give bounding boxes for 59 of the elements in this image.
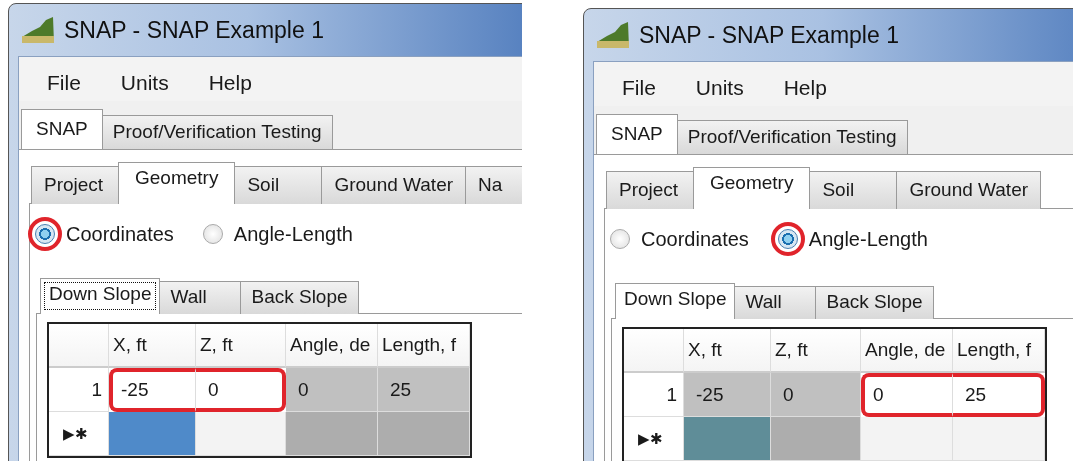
main-tab[interactable]: SNAP: [596, 114, 678, 154]
section-tab[interactable]: Project: [606, 171, 694, 209]
main-tab[interactable]: Proof/Verification Testing: [101, 115, 333, 149]
radio-label[interactable]: Coordinates: [66, 222, 174, 246]
section-tab[interactable]: Soil: [234, 166, 323, 204]
window-title: SNAP - SNAP Example 1: [639, 21, 899, 49]
menu-item[interactable]: Units: [120, 71, 169, 101]
column-header[interactable]: Length, f: [953, 329, 1045, 373]
column-header[interactable]: Length, f: [378, 324, 470, 368]
radio-label[interactable]: Coordinates: [641, 227, 749, 251]
app-logo-icon: [22, 17, 54, 43]
window-title: SNAP - SNAP Example 1: [64, 16, 324, 44]
section-tab[interactable]: Project: [31, 166, 119, 204]
table-cell[interactable]: -25: [109, 368, 196, 412]
radio-button[interactable]: [35, 224, 55, 244]
slope-tab[interactable]: Back Slope: [240, 281, 359, 314]
radio-button[interactable]: [777, 229, 798, 249]
menu-item[interactable]: Units: [695, 76, 744, 106]
section-tab[interactable]: Geometry: [118, 162, 236, 204]
table-cell[interactable]: 0: [196, 368, 286, 412]
column-header[interactable]: Z, ft: [771, 329, 861, 373]
table-cell[interactable]: 25: [953, 373, 1045, 417]
row-header[interactable]: 1: [49, 368, 109, 412]
radio-label[interactable]: Angle-Length: [808, 227, 928, 251]
menu-item[interactable]: File: [47, 71, 81, 101]
menu-item[interactable]: Help: [783, 76, 827, 106]
corner-header: [624, 329, 684, 373]
radio-label[interactable]: Angle-Length: [233, 222, 353, 246]
table-cell[interactable]: [196, 412, 286, 456]
slope-tab[interactable]: Wall: [734, 286, 817, 319]
row-header[interactable]: ▶✱: [624, 417, 684, 461]
section-tab[interactable]: Geometry: [693, 167, 811, 209]
column-header[interactable]: Z, ft: [196, 324, 286, 368]
column-header[interactable]: X, ft: [109, 324, 196, 368]
menu-item[interactable]: File: [622, 76, 656, 106]
table-cell[interactable]: [861, 417, 953, 461]
column-header[interactable]: Angle, de: [286, 324, 378, 368]
slope-tab[interactable]: Wall: [159, 281, 242, 314]
menu-item[interactable]: Help: [208, 71, 252, 101]
slope-tab[interactable]: Back Slope: [815, 286, 934, 319]
section-tab[interactable]: Ground Water: [321, 166, 467, 204]
app-logo-icon: [597, 22, 629, 48]
column-header[interactable]: X, ft: [684, 329, 771, 373]
radio-button[interactable]: [202, 224, 223, 244]
main-tab[interactable]: SNAP: [21, 109, 103, 149]
table-cell[interactable]: [109, 412, 196, 456]
row-header[interactable]: 1: [624, 373, 684, 417]
table-cell[interactable]: [953, 417, 1045, 461]
section-tab[interactable]: Ground Water: [896, 171, 1042, 209]
main-tab[interactable]: Proof/Verification Testing: [676, 120, 908, 154]
slope-tab[interactable]: Down Slope: [615, 283, 736, 319]
corner-header: [49, 324, 109, 368]
section-tab[interactable]: Soil: [809, 171, 898, 209]
radio-button[interactable]: [610, 229, 630, 249]
column-header[interactable]: Angle, de: [861, 329, 953, 373]
slope-tab[interactable]: Down Slope: [40, 278, 161, 314]
section-tab[interactable]: Na: [465, 166, 522, 204]
row-header[interactable]: ▶✱: [49, 412, 109, 456]
table-cell[interactable]: 0: [861, 373, 953, 417]
